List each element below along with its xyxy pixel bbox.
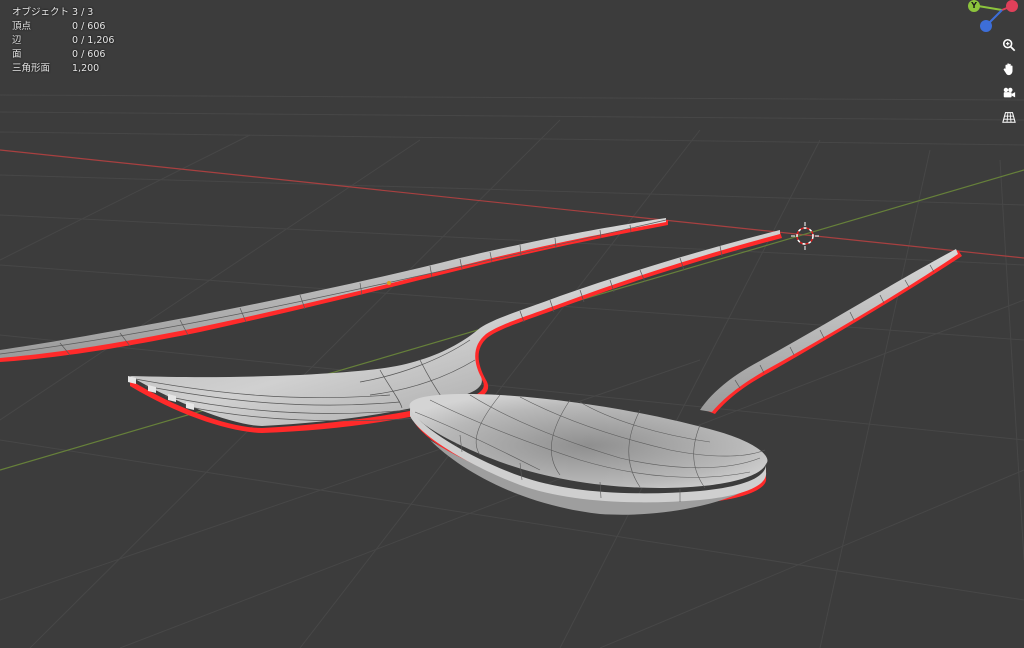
grid-icon (1002, 112, 1016, 123)
stat-faces: 面 0 / 606 (12, 48, 114, 62)
stat-faces-value: 0 / 606 (72, 49, 106, 60)
stat-edges: 辺 0 / 1,206 (12, 34, 114, 48)
gizmo-z-axis[interactable] (980, 20, 992, 32)
zoom-icon (1002, 38, 1016, 52)
stat-objects-label: オブジェクト (12, 7, 70, 18)
camera-view-tool[interactable] (999, 83, 1019, 103)
knife-object[interactable] (0, 218, 668, 362)
scene-statistics: オブジェクト 3 / 3 頂点 0 / 606 辺 0 / 1,206 面 0 … (12, 6, 114, 76)
zoom-tool[interactable] (999, 35, 1019, 55)
scene-canvas[interactable] (0, 0, 1024, 648)
camera-icon (1003, 87, 1016, 98)
stat-vertices-label: 頂点 (12, 21, 32, 32)
stat-objects: オブジェクト 3 / 3 (12, 6, 114, 20)
hand-icon (1003, 63, 1013, 76)
stat-triangles-label: 三角形面 (12, 63, 51, 74)
stat-objects-value: 3 / 3 (72, 7, 94, 18)
pan-tool[interactable] (999, 59, 1019, 79)
stat-edges-label: 辺 (12, 35, 22, 46)
stat-triangles: 三角形面 1,200 (12, 62, 114, 76)
stat-edges-value: 0 / 1,206 (72, 35, 115, 46)
gizmo-x-axis[interactable] (1006, 0, 1018, 12)
navigation-gizmo[interactable]: Y (964, 0, 1024, 40)
viewport-tools (999, 35, 1019, 127)
floor-grid (0, 94, 1024, 648)
stat-vertices-value: 0 / 606 (72, 21, 106, 32)
x-axis-line (0, 149, 1024, 259)
stat-faces-label: 面 (12, 49, 22, 60)
stat-vertices: 頂点 0 / 606 (12, 20, 114, 34)
perspective-toggle[interactable] (999, 107, 1019, 127)
gizmo-y-axis[interactable]: Y (968, 0, 980, 12)
3d-viewport[interactable]: オブジェクト 3 / 3 頂点 0 / 606 辺 0 / 1,206 面 0 … (0, 0, 1024, 648)
stat-triangles-value: 1,200 (72, 63, 100, 74)
